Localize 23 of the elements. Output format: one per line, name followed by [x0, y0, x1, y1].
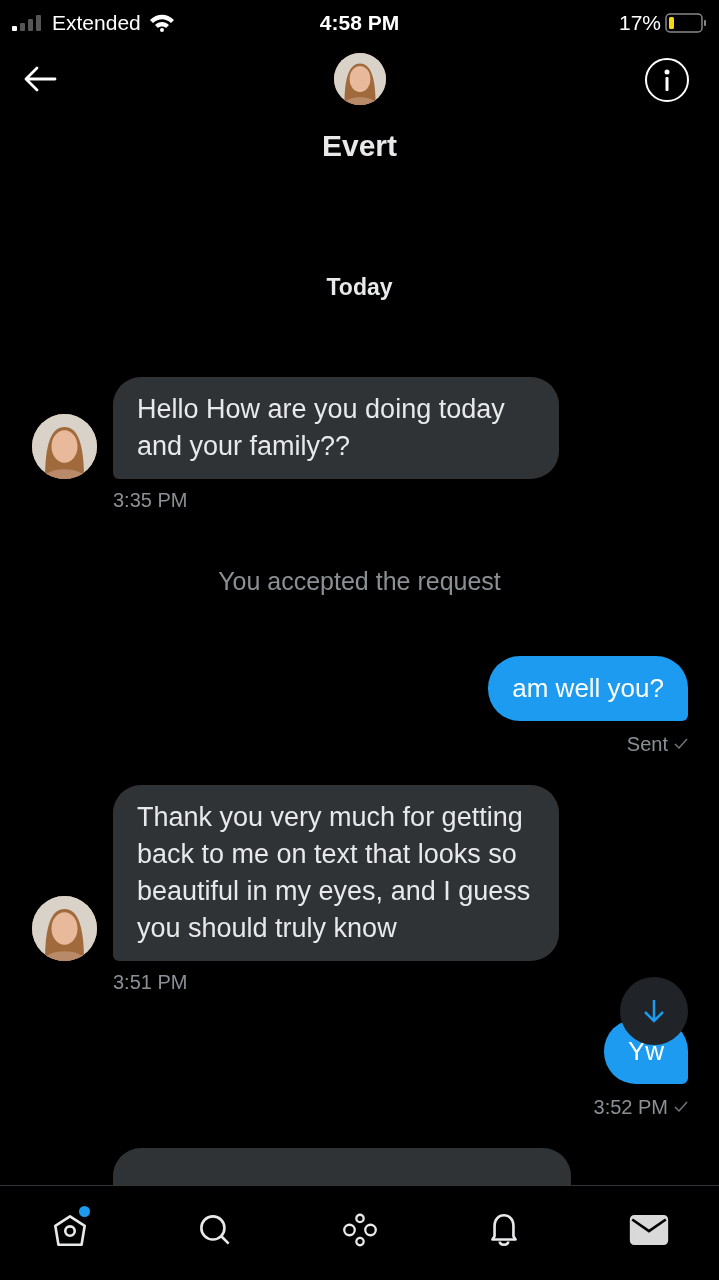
date-divider: Today: [326, 273, 393, 302]
info-icon: [664, 69, 670, 91]
system-notice: You accepted the request: [218, 565, 501, 597]
timestamp: 3:51 PM: [113, 970, 189, 995]
battery-icon: [665, 12, 707, 33]
timestamp: 3:35 PM: [113, 487, 189, 513]
carrier-name: Extended: [52, 9, 141, 36]
timestamp: Sent: [626, 732, 668, 757]
back-arrow-icon: [23, 66, 57, 92]
info-button[interactable]: [645, 58, 689, 102]
clock: 4:58 PM: [319, 9, 400, 36]
message-bubble: am well you?: [488, 656, 688, 721]
wifi-icon: [148, 13, 175, 32]
contact-name: Evert: [321, 128, 397, 164]
message-bubble: Hello How are you doing today and your family??: [113, 376, 559, 479]
arrow-down-icon: [643, 998, 665, 1024]
check-icon: [674, 1100, 688, 1114]
timestamp: 3:52 PM: [593, 1095, 668, 1120]
profile-avatar: [333, 53, 386, 105]
signal-icon: [12, 14, 44, 31]
check-icon: [674, 737, 688, 751]
battery-percent: 17%: [618, 9, 661, 36]
message-bubble: Thank you very much for getting back to me on text that looks so beautiful in my eyes, and I guess you should truly know: [113, 785, 559, 961]
